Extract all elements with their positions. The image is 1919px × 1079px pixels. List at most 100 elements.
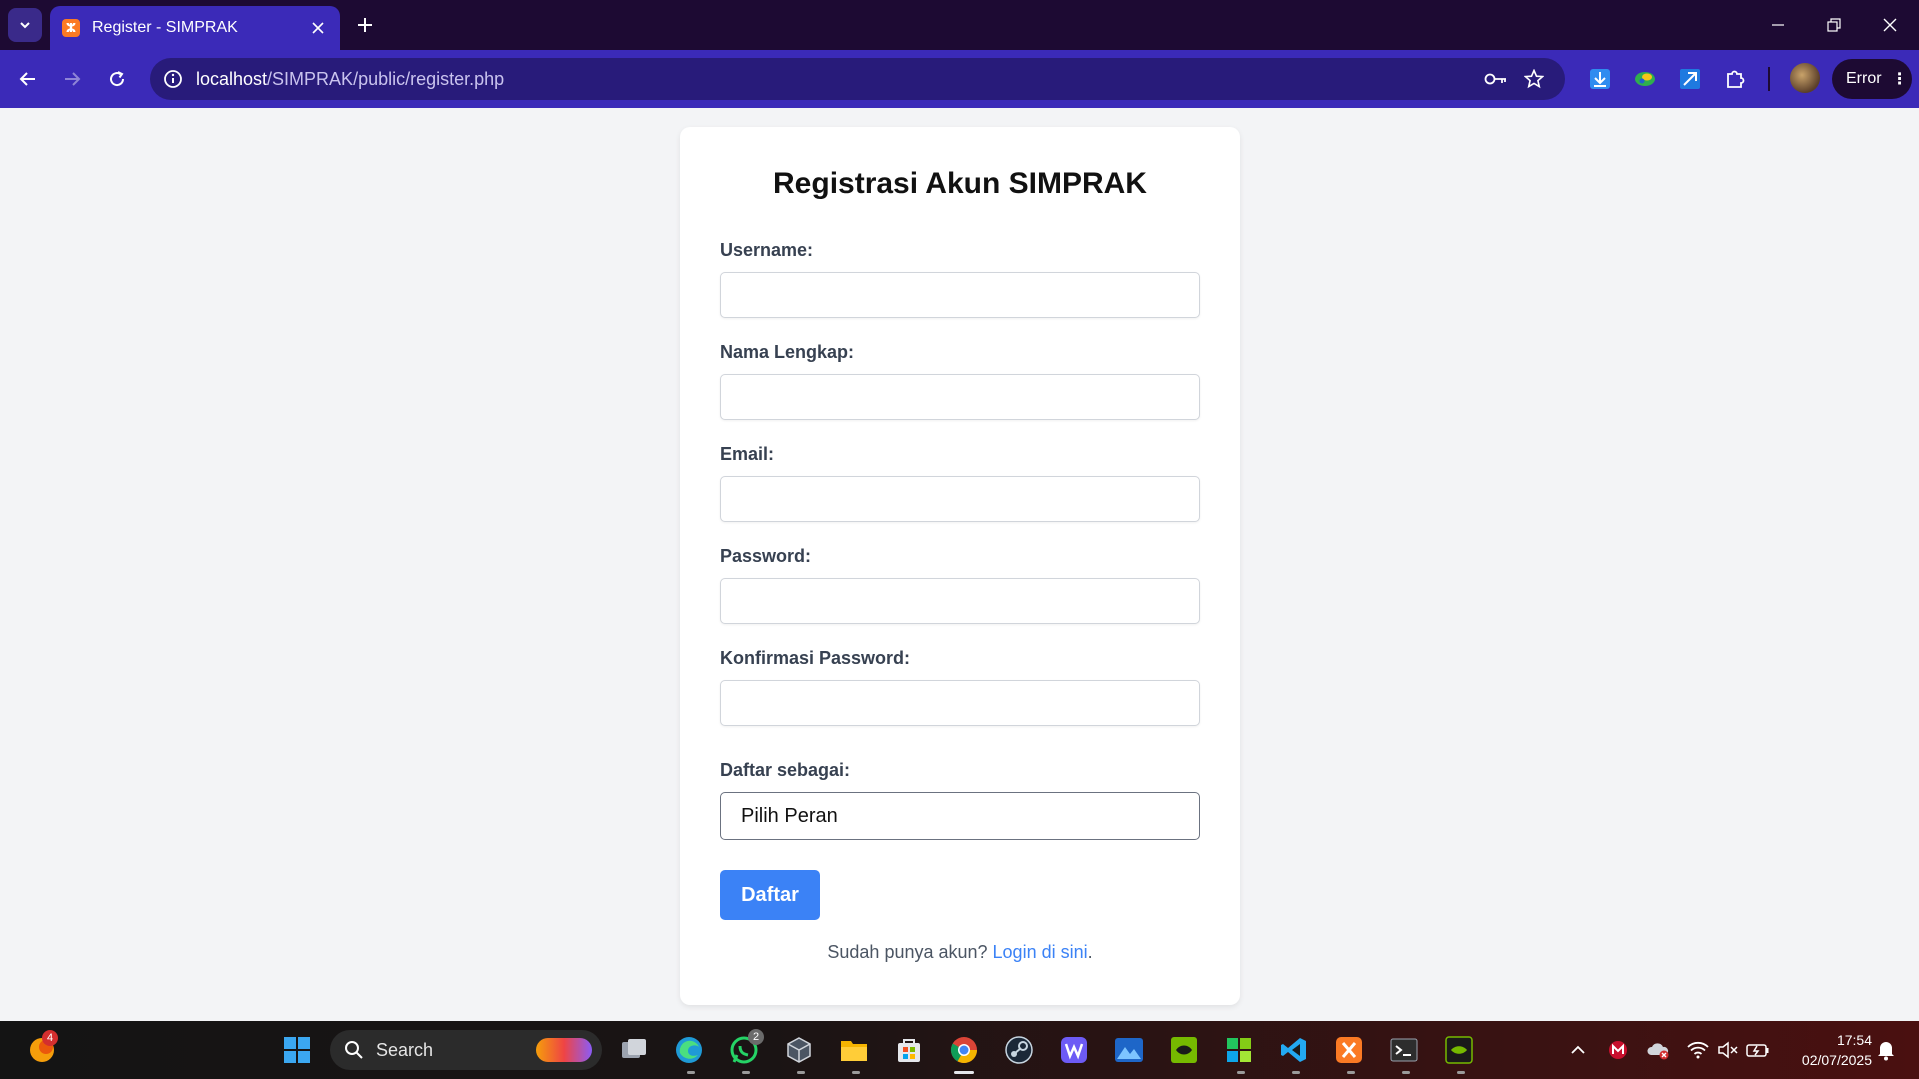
url-host: localhost xyxy=(196,68,268,89)
onedrive-error-icon[interactable] xyxy=(1646,1038,1670,1062)
clock-time: 17:54 xyxy=(1836,1032,1872,1048)
taskbar: 4 Search 2 17:54 02/07/2025 xyxy=(0,1021,1919,1079)
colorful-app-icon[interactable] xyxy=(1223,1034,1255,1066)
clock-date: 02/07/2025 xyxy=(1801,1052,1872,1068)
nvidia-running-indicator xyxy=(1457,1071,1465,1074)
edge-running-indicator xyxy=(687,1071,695,1074)
widgets-weather-icon[interactable]: 4 xyxy=(26,1030,58,1066)
profile-avatar[interactable] xyxy=(1790,63,1820,93)
role-select-value: Pilih Peran xyxy=(741,804,838,827)
taskbar-search[interactable]: Search xyxy=(330,1030,602,1070)
plus-icon xyxy=(358,18,372,32)
confirm-password-label: Konfirmasi Password: xyxy=(720,648,911,668)
cube-app-icon[interactable] xyxy=(783,1034,815,1066)
tab-close-button[interactable] xyxy=(306,16,330,40)
send-extension-icon[interactable] xyxy=(1675,64,1705,94)
search-placeholder: Search xyxy=(376,1039,434,1060)
url-path: /SIMPRAK/public/register.php xyxy=(267,68,505,89)
whatsapp-icon[interactable]: 2 xyxy=(728,1029,764,1066)
registration-card: Registrasi Akun SIMPRAK Username: Nama L… xyxy=(680,127,1240,1005)
terminal-icon[interactable] xyxy=(1388,1034,1420,1066)
globe-extension-icon[interactable] xyxy=(1630,64,1660,94)
edge-browser-icon[interactable] xyxy=(673,1034,705,1066)
password-key-icon[interactable] xyxy=(1481,64,1511,94)
terminal-running-indicator xyxy=(1402,1071,1410,1074)
file-explorer-icon[interactable] xyxy=(838,1034,870,1066)
chevron-down-icon xyxy=(20,22,30,29)
username-input[interactable] xyxy=(720,272,1200,318)
new-tab-button[interactable] xyxy=(350,10,380,40)
xampp-icon[interactable] xyxy=(1333,1034,1365,1066)
minimize-button[interactable] xyxy=(1750,0,1806,50)
task-view-icon[interactable] xyxy=(618,1034,650,1066)
reload-icon xyxy=(110,71,125,87)
search-highlight-art-icon xyxy=(536,1038,592,1062)
colorful-running-indicator xyxy=(1237,1071,1245,1074)
username-label: Username: xyxy=(720,240,814,260)
confirm-password-input[interactable] xyxy=(720,680,1200,726)
nvidia-app-icon[interactable] xyxy=(1168,1034,1200,1066)
explorer-running-indicator xyxy=(852,1071,860,1074)
restore-icon xyxy=(1827,18,1841,32)
whatsapp-running-indicator xyxy=(742,1071,750,1074)
browser-titlebar: ⵣ Register - SIMPRAK xyxy=(0,0,1919,50)
xampp-running-indicator xyxy=(1347,1071,1355,1074)
password-input[interactable] xyxy=(720,578,1200,624)
bookmark-star-icon[interactable] xyxy=(1519,64,1549,94)
login-prompt-suffix: . xyxy=(1087,942,1093,962)
minimize-icon xyxy=(1772,24,1784,26)
browser-toolbar: localhost/SIMPRAK/public/register.php Er… xyxy=(0,50,1919,108)
nvidia-green-icon[interactable] xyxy=(1443,1034,1475,1066)
mcafee-tray-icon[interactable] xyxy=(1606,1038,1630,1062)
reload-button[interactable] xyxy=(102,64,132,94)
profile-error-button[interactable]: Error ⋮ xyxy=(1832,59,1912,99)
microsoft-store-icon[interactable] xyxy=(893,1034,925,1066)
chrome-active-indicator xyxy=(954,1071,974,1074)
arrow-left-icon xyxy=(19,72,35,86)
url-text[interactable]: localhost/SIMPRAK/public/register.php xyxy=(196,69,1481,90)
tab-search-button[interactable] xyxy=(8,8,42,42)
kebab-menu-icon: ⋮ xyxy=(1891,71,1908,88)
fullname-input[interactable] xyxy=(720,374,1200,420)
forward-button[interactable] xyxy=(57,64,87,94)
toolbar-separator xyxy=(1768,67,1770,91)
steam-icon[interactable] xyxy=(1003,1034,1035,1066)
register-button[interactable]: Daftar xyxy=(720,870,820,920)
close-icon xyxy=(1883,18,1897,32)
tab-title: Register - SIMPRAK xyxy=(92,19,238,36)
search-icon xyxy=(345,1041,363,1059)
whatsapp-badge: 2 xyxy=(748,1029,764,1045)
notification-bell-icon[interactable] xyxy=(1874,1038,1898,1062)
tray-overflow-chevron-icon[interactable] xyxy=(1566,1038,1590,1062)
volume-muted-icon[interactable] xyxy=(1716,1038,1740,1062)
email-input[interactable] xyxy=(720,476,1200,522)
login-link[interactable]: Login di sini xyxy=(993,942,1088,962)
wifi-icon[interactable] xyxy=(1686,1038,1710,1062)
arrow-right-icon xyxy=(65,72,81,86)
vscode-icon[interactable] xyxy=(1278,1034,1310,1066)
system-clock[interactable]: 17:54 02/07/2025 xyxy=(1782,1030,1872,1070)
download-extension-icon[interactable] xyxy=(1585,64,1615,94)
photos-app-icon[interactable] xyxy=(1113,1034,1145,1066)
email-label: Email: xyxy=(720,444,775,464)
xampp-favicon-icon: ⵣ xyxy=(62,19,80,37)
role-select[interactable]: Pilih Peran xyxy=(720,792,1200,840)
close-icon xyxy=(312,22,324,34)
start-windows-icon[interactable] xyxy=(281,1034,313,1066)
chrome-icon[interactable] xyxy=(948,1034,980,1066)
role-label: Daftar sebagai: xyxy=(720,760,851,780)
vscode-running-indicator xyxy=(1292,1071,1300,1074)
address-bar[interactable]: localhost/SIMPRAK/public/register.php xyxy=(150,58,1565,100)
w-app-icon[interactable] xyxy=(1058,1034,1090,1066)
back-button[interactable] xyxy=(13,64,43,94)
restore-button[interactable] xyxy=(1806,0,1862,50)
profile-status-text: Error xyxy=(1846,70,1882,87)
cube-running-indicator xyxy=(797,1071,805,1074)
login-prompt: Sudah punya akun? Login di sini. xyxy=(680,942,1240,963)
site-info-icon[interactable] xyxy=(162,68,184,90)
widgets-badge: 4 xyxy=(42,1030,58,1046)
browser-tab-active[interactable]: ⵣ Register - SIMPRAK xyxy=(50,6,340,50)
battery-charging-icon[interactable] xyxy=(1746,1038,1770,1062)
extensions-puzzle-icon[interactable] xyxy=(1720,64,1750,94)
close-window-button[interactable] xyxy=(1862,0,1918,50)
